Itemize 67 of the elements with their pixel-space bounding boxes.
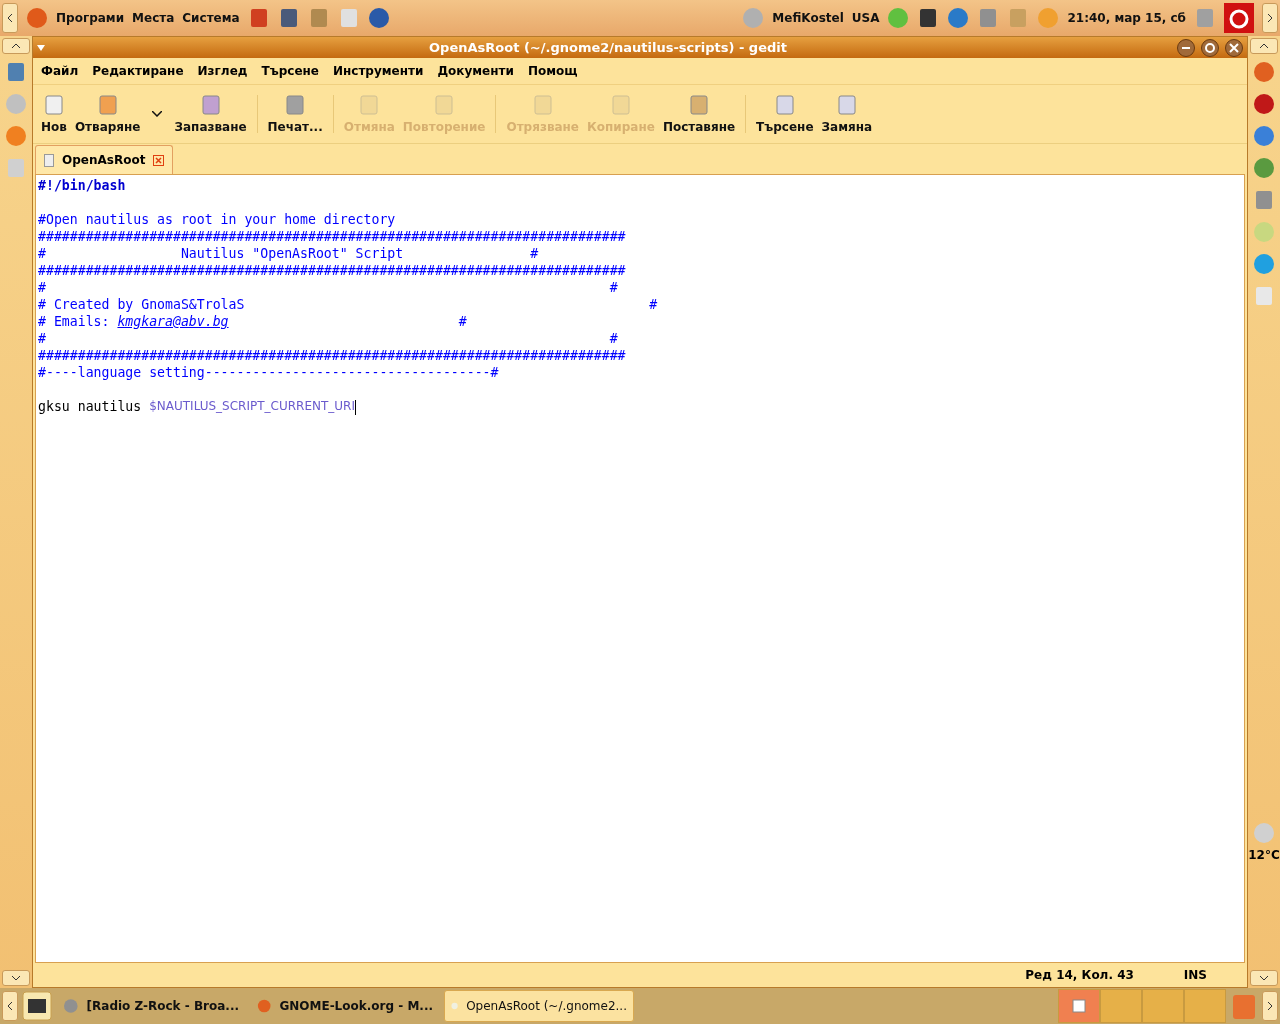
code-text: ########################################################################## <box>38 228 626 245</box>
code-text: # Created by GnomaS&TrolaS # <box>38 296 658 313</box>
menu-item[interactable]: Търсене <box>261 64 319 78</box>
text-cursor <box>354 400 356 415</box>
taskbar-button[interactable]: [Radio Z-Rock - Broa... <box>56 990 246 1022</box>
tab-label: OpenAsRoot <box>62 153 146 167</box>
minimize-button[interactable] <box>1177 38 1195 57</box>
taskbar-button[interactable]: OpenAsRoot (~/.gnome2... <box>444 990 634 1022</box>
workspace-button[interactable] <box>1100 989 1142 1023</box>
panel-menu[interactable]: Места <box>132 11 175 25</box>
toolbar-button[interactable]: Запазване <box>170 85 251 143</box>
code-text: #----language setting------------------------------------# <box>38 364 499 381</box>
code-text: # # <box>38 279 618 296</box>
menu-item[interactable]: Помощ <box>527 64 578 78</box>
power-icon[interactable] <box>1224 3 1254 33</box>
code-text: gksu nautilus <box>38 398 143 415</box>
panel-menu[interactable]: Система <box>182 11 240 25</box>
code-text: # Nautilus "OpenAsRoot" Script # <box>38 245 539 262</box>
cursor-position: Ред 14, Кол. 43 <box>1025 968 1134 982</box>
close-button[interactable] <box>1225 38 1243 57</box>
toolbar-button[interactable]: Замяна <box>817 85 877 143</box>
taskbar-button[interactable]: GNOME-Look.org - M... <box>250 990 440 1022</box>
toolbar-button[interactable]: Търсене <box>752 85 818 143</box>
text-editor[interactable] <box>35 174 1245 963</box>
variable-text: $NAUTILUS_SCRIPT_CURRENT_URI <box>149 398 355 415</box>
caret-icon <box>152 111 163 117</box>
menu-item[interactable]: Редактиране <box>92 64 184 78</box>
toolbar-button[interactable]: Поставяне <box>658 85 740 143</box>
close-icon <box>1229 42 1239 53</box>
code-text: ########################################################################## <box>38 262 626 279</box>
code-text: # <box>457 313 467 330</box>
workspace-button[interactable] <box>1058 989 1100 1023</box>
panel-scroll-button[interactable] <box>2 3 18 33</box>
dock-scroll-button[interactable] <box>2 38 30 54</box>
temperature: 12°C <box>1248 848 1280 862</box>
workspace-button[interactable] <box>1184 989 1226 1023</box>
menu-item[interactable]: Изглед <box>197 64 248 78</box>
dock-scroll-button[interactable] <box>2 970 30 986</box>
dock-scroll-button[interactable] <box>1250 970 1278 986</box>
panel-scroll-button[interactable] <box>1262 3 1278 33</box>
toolbar-button[interactable]: Нов <box>37 85 71 143</box>
panel-menu[interactable]: Програми <box>56 11 125 25</box>
panel-scroll-button[interactable] <box>1262 991 1278 1021</box>
maximize-button[interactable] <box>1201 38 1219 57</box>
dock-scroll-button[interactable] <box>1250 38 1278 54</box>
code-text: # # <box>38 330 618 347</box>
menu-item[interactable]: Документи <box>437 64 514 78</box>
insert-mode: INS <box>1183 968 1207 982</box>
workspace-button[interactable] <box>1142 989 1184 1023</box>
keyboard-layout[interactable]: USA <box>851 11 880 25</box>
code-text: ########################################################################## <box>38 347 626 364</box>
menu-item[interactable]: Инструменти <box>332 64 424 78</box>
window-menu-icon[interactable] <box>37 44 45 51</box>
document-tab[interactable]: OpenAsRoot <box>35 145 174 174</box>
code-text: #!/bin/bash <box>38 177 126 194</box>
code-text: #Open nautilus as root in your home directory <box>38 211 396 228</box>
ring-icon <box>1205 42 1215 53</box>
show-desktop-icon[interactable] <box>22 991 52 1021</box>
email-link[interactable]: kmgkara@abv.bg <box>117 313 229 330</box>
close-icon[interactable] <box>153 154 165 166</box>
clock[interactable]: 21:40, мар 15, сб <box>1067 11 1186 25</box>
user-name[interactable]: MefiKostel <box>772 11 844 25</box>
code-text: # Emails: <box>38 313 111 330</box>
window-title: OpenAsRoot (~/.gnome2/nautilus-scripts) - gedit <box>428 40 788 55</box>
toolbar-button[interactable]: Отваряне <box>70 85 145 143</box>
toolbar-button[interactable]: Печат... <box>263 85 327 143</box>
menu-item[interactable]: Файл <box>41 64 79 78</box>
